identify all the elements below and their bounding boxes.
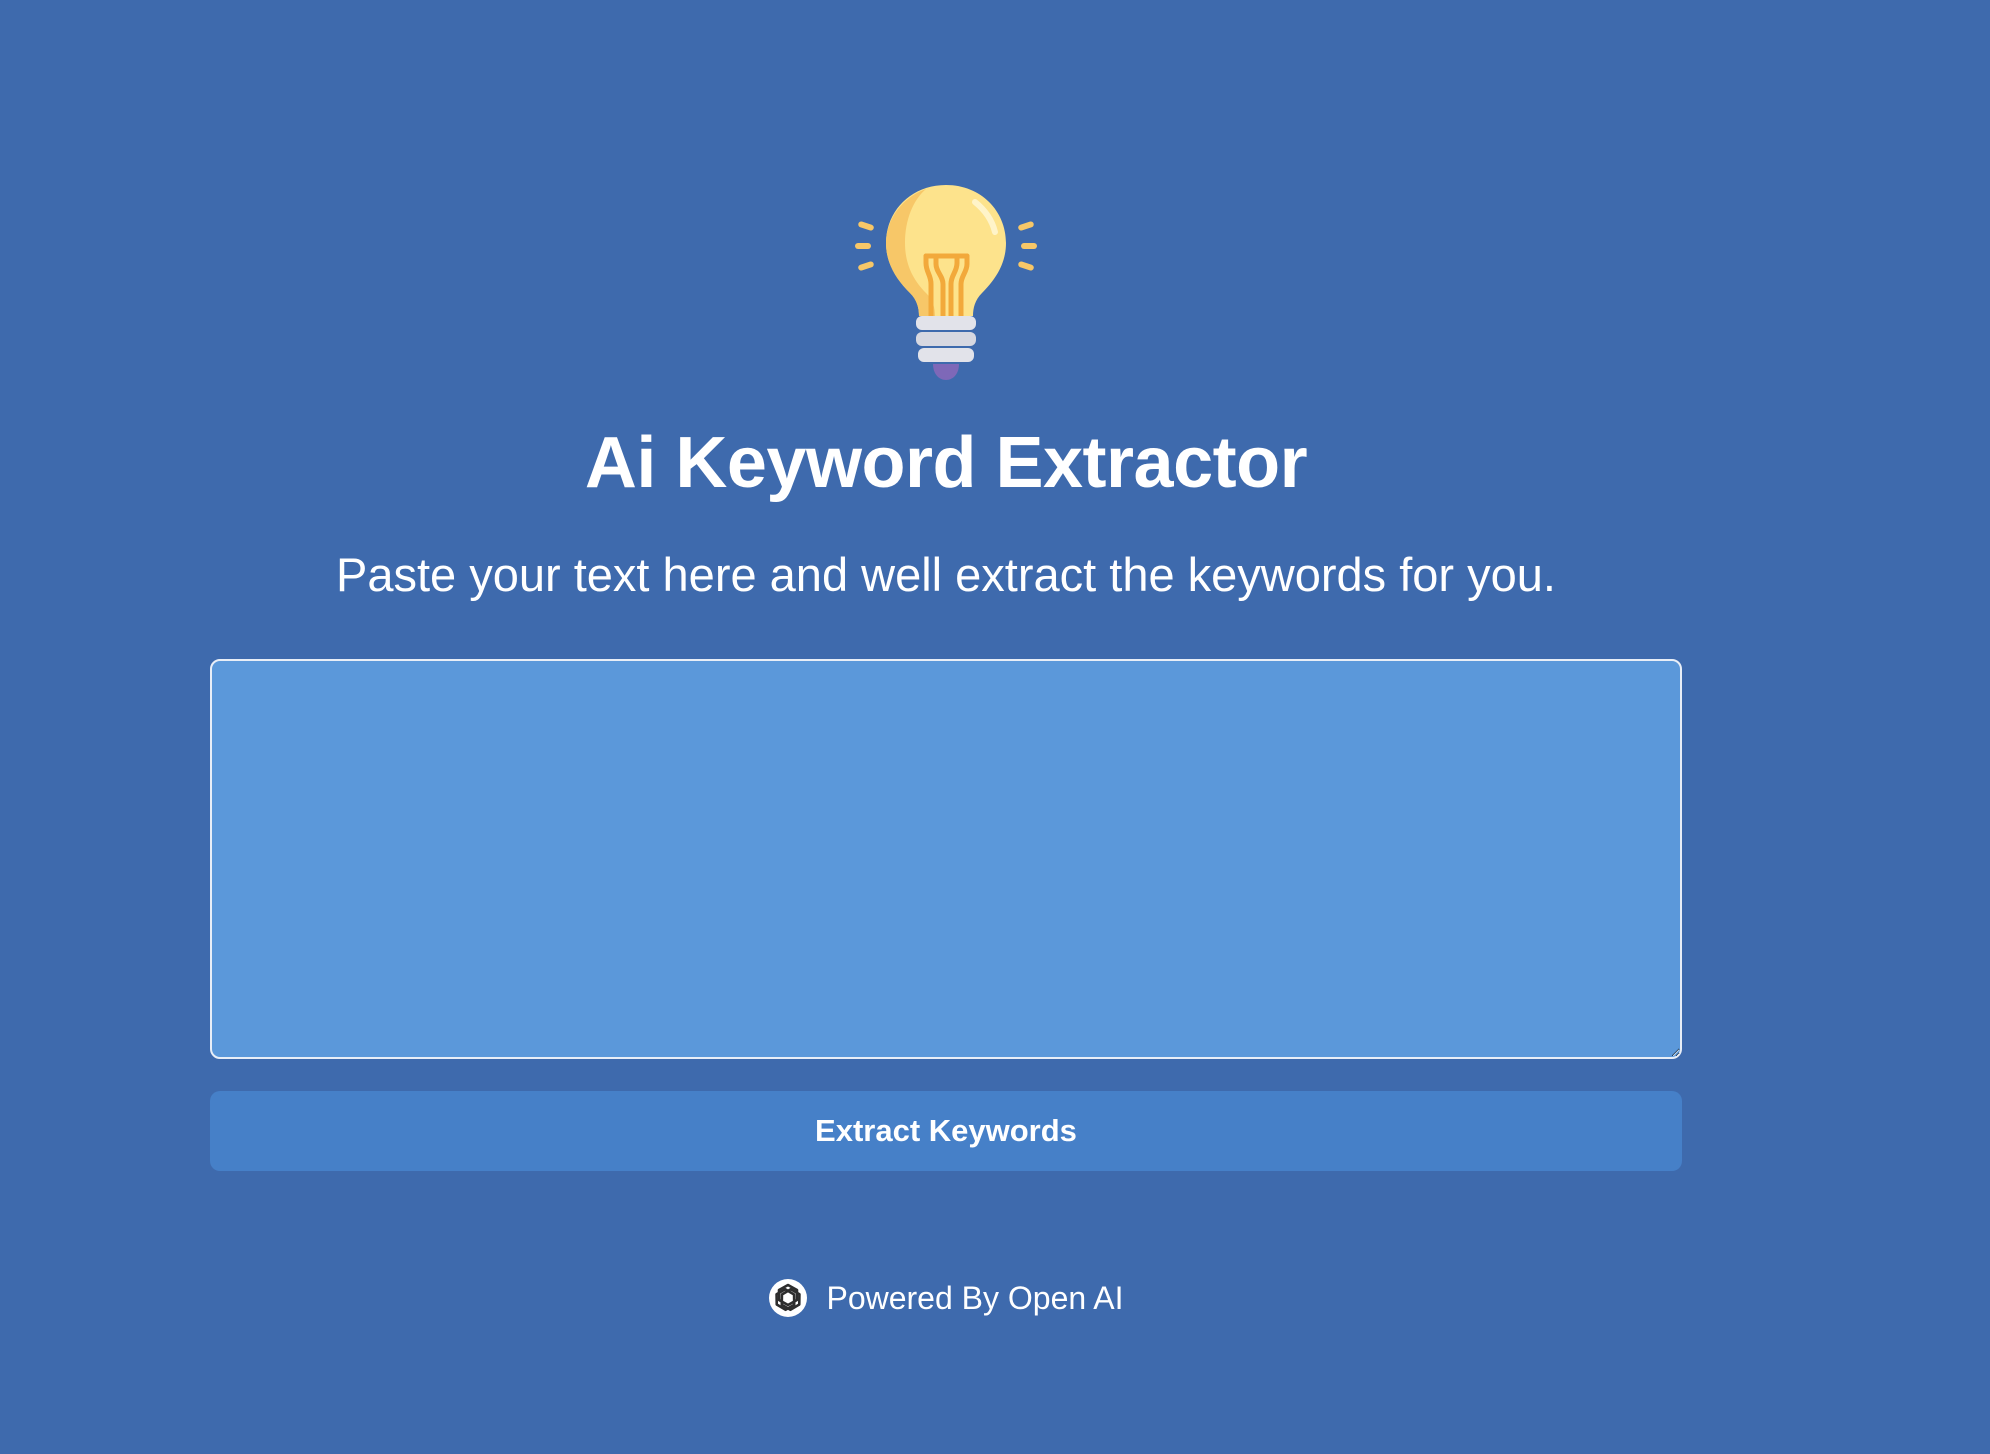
keyword-text-input[interactable] xyxy=(210,659,1682,1059)
keyword-input-container xyxy=(210,659,1682,1059)
page-title: Ai Keyword Extractor xyxy=(584,423,1308,503)
extract-keywords-button[interactable]: Extract Keywords xyxy=(210,1091,1682,1171)
powered-by-footer: Powered By Open AI xyxy=(0,1278,1892,1318)
lightbulb-icon xyxy=(853,180,1039,390)
page-subtitle: Paste your text here and well extract th… xyxy=(336,548,1556,601)
powered-by-text: Powered By Open AI xyxy=(826,1279,1124,1316)
app-page: Ai Keyword Extractor Paste your text her… xyxy=(0,0,1990,1454)
openai-logo-icon xyxy=(768,1278,808,1318)
